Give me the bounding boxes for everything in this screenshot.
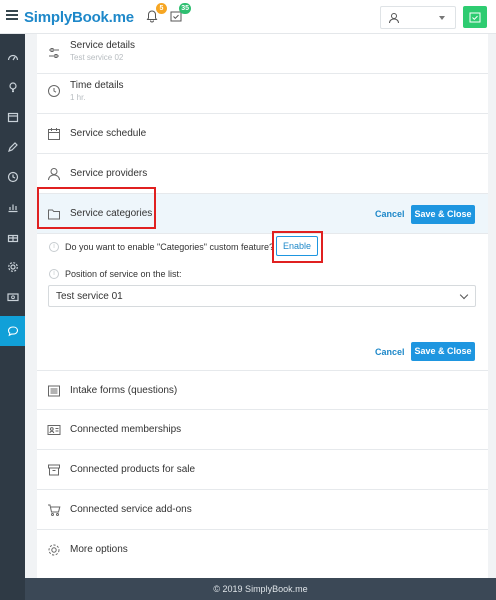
enable-question-text: Do you want to enable "Categories" custo… [65, 242, 275, 252]
chevron-down-icon [439, 16, 445, 20]
tasks-button[interactable]: 35 [169, 3, 191, 23]
section-connected-products[interactable]: Connected products for sale [37, 450, 488, 490]
user-menu[interactable] [380, 6, 456, 29]
notifications-button[interactable]: 5 [145, 3, 167, 23]
left-sidebar [0, 34, 25, 600]
sidebar-item-reports[interactable] [0, 192, 25, 222]
calendar-icon [48, 128, 60, 140]
gift-icon [7, 234, 18, 243]
calendar-icon [7, 112, 18, 123]
section-title: Connected service add-ons [70, 504, 192, 515]
tasks-badge: 35 [179, 3, 191, 14]
section-more-options[interactable]: More options [37, 530, 488, 570]
list-icon [48, 385, 60, 397]
highlight-box-categories [37, 187, 156, 229]
section-title: Service providers [70, 168, 148, 179]
position-select-value: Test service 01 [56, 291, 123, 302]
cart-icon [48, 504, 61, 516]
main-content: Service details Test service 02 Time det… [25, 34, 496, 578]
position-label: Position of service on the list: [65, 269, 182, 279]
notifications-badge: 5 [156, 3, 167, 14]
sidebar-item-edit[interactable] [0, 132, 25, 162]
service-edit-panel: Service details Test service 02 Time det… [37, 34, 488, 578]
bar-chart-icon [8, 204, 17, 213]
section-title: Service details [70, 40, 136, 51]
save-close-button-bottom[interactable]: Save & Close [411, 342, 475, 361]
sidebar-item-tips[interactable] [0, 72, 25, 102]
section-title: Connected products for sale [70, 464, 196, 475]
section-connected-addons[interactable]: Connected service add-ons [37, 490, 488, 530]
user-icon [389, 13, 399, 24]
info-icon: i [49, 269, 59, 279]
brand-logo[interactable]: SimplyBook.me [24, 9, 134, 26]
gauge-icon [7, 54, 18, 61]
sidebar-item-messages[interactable] [0, 316, 25, 346]
lightbulb-icon [8, 82, 17, 93]
clock-icon [48, 85, 60, 97]
section-connected-memberships[interactable]: Connected memberships [37, 410, 488, 450]
top-bar: SimplyBook.me 5 35 [0, 0, 496, 34]
calendar-button[interactable] [463, 6, 487, 28]
chat-bubble-icon [7, 326, 18, 337]
section-title: Time details [70, 80, 124, 91]
section-service-details[interactable]: Service details Test service 02 [37, 34, 488, 74]
section-subtitle: 1 hr. [70, 93, 86, 102]
section-title: Service schedule [70, 128, 147, 139]
section-title: Connected memberships [70, 424, 182, 435]
footer: © 2019 SimplyBook.me [25, 578, 496, 600]
calendar-icon [469, 12, 481, 23]
menu-icon[interactable] [6, 10, 18, 20]
box-icon [48, 464, 60, 476]
sidebar-item-dashboard[interactable] [0, 42, 25, 72]
cancel-button-bottom[interactable]: Cancel [375, 347, 405, 357]
info-icon: i [49, 242, 59, 252]
section-title: More options [70, 544, 128, 555]
gear-icon [7, 262, 18, 272]
section-intake-forms[interactable]: Intake forms (questions) [37, 370, 488, 410]
sidebar-item-settings[interactable] [0, 252, 25, 282]
chevron-down-icon [459, 290, 469, 300]
sidebar-item-calendar[interactable] [0, 102, 25, 132]
section-title: Intake forms (questions) [70, 385, 178, 396]
gear-icon [48, 544, 60, 556]
save-close-button[interactable]: Save & Close [411, 205, 475, 224]
position-select[interactable]: Test service 01 [48, 285, 476, 307]
section-time-details[interactable]: Time details 1 hr. [37, 74, 488, 114]
cancel-button[interactable]: Cancel [375, 209, 405, 219]
sliders-icon [49, 48, 59, 58]
money-icon [6, 293, 19, 302]
sidebar-item-gifts[interactable] [0, 222, 25, 252]
clock-icon [7, 171, 18, 183]
id-card-icon [47, 425, 61, 435]
pencil-icon [7, 142, 18, 152]
section-subtitle: Test service 02 [70, 53, 124, 62]
highlight-box-enable [272, 231, 323, 263]
section-service-schedule[interactable]: Service schedule [37, 114, 488, 154]
user-icon [48, 168, 60, 181]
sidebar-item-history[interactable] [0, 162, 25, 192]
sidebar-item-payments[interactable] [0, 282, 25, 312]
